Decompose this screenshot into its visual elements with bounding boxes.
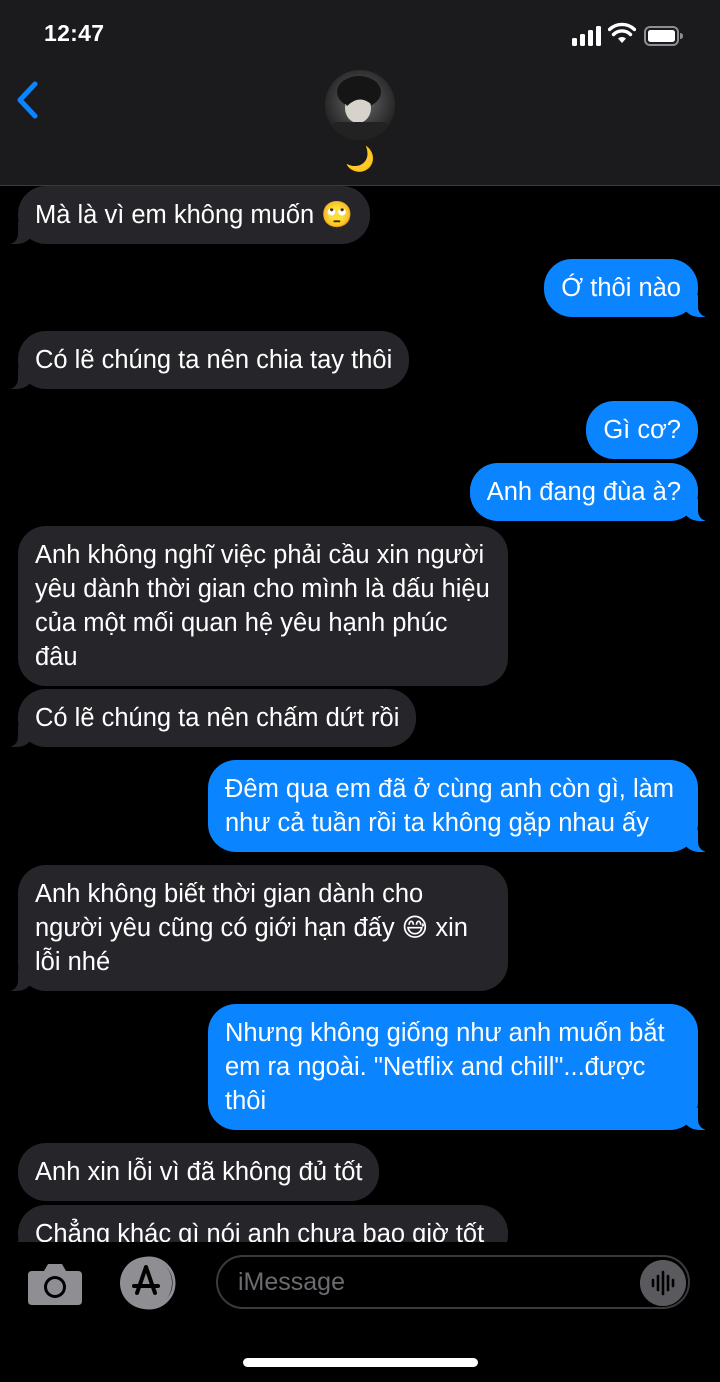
avatar-photo-icon xyxy=(325,70,395,140)
message-bubble-outgoing[interactable]: Đêm qua em đã ở cùng anh còn gì, làm như… xyxy=(208,760,708,852)
compose-bar xyxy=(0,1242,720,1382)
wifi-icon xyxy=(608,22,636,43)
message-bubble-incoming[interactable]: Có lẽ chúng ta nên chia tay thôi xyxy=(7,331,410,389)
cellular-signal-icon xyxy=(572,24,604,46)
audio-waveform-icon[interactable] xyxy=(640,1260,686,1306)
message-bubble-incoming[interactable]: Anh xin lỗi vì đã không đủ tốt xyxy=(18,1143,380,1201)
back-chevron-icon[interactable] xyxy=(10,78,50,122)
message-bubble-incoming[interactable]: Anh không biết thời gian dành cho người … xyxy=(8,865,508,991)
message-list: Mà là vì em không muốn 🙄 Ớ thôi nào Có l… xyxy=(0,186,720,1242)
message-bubble-incoming[interactable]: Chẳng khác gì nói anh chưa bao giờ tốt xyxy=(8,1205,508,1242)
message-bubble-outgoing[interactable]: Ớ thôi nào xyxy=(544,259,708,317)
message-bubble-incoming[interactable]: Mà là vì em không muốn 🙄 xyxy=(7,186,371,244)
message-bubble-incoming[interactable]: Anh không nghĩ việc phải cầu xin người y… xyxy=(18,526,508,686)
imessage-screen: 12:47 🌙 Mà là vì em không muốn 🙄 Ớ thôi … xyxy=(0,0,720,1382)
message-bubble-incoming[interactable]: Có lẽ chúng ta nên chấm dứt rồi xyxy=(7,689,417,747)
message-bubble-outgoing[interactable]: Nhưng không giống như anh muốn bắt em ra… xyxy=(208,1004,708,1130)
message-bubble-outgoing[interactable]: Gì cơ? xyxy=(586,401,698,459)
contact-name[interactable]: 🌙 xyxy=(340,144,380,176)
app-store-icon[interactable] xyxy=(116,1256,182,1310)
imessage-input[interactable] xyxy=(216,1255,690,1309)
home-indicator[interactable] xyxy=(243,1358,478,1367)
contact-avatar[interactable] xyxy=(325,70,395,140)
message-bubble-outgoing[interactable]: Anh đang đùa à? xyxy=(469,463,709,521)
battery-icon xyxy=(644,26,683,46)
status-bar: 12:47 xyxy=(0,0,720,70)
status-time: 12:47 xyxy=(44,20,105,46)
conversation-header: 🌙 xyxy=(0,70,720,186)
camera-icon[interactable] xyxy=(26,1259,84,1307)
